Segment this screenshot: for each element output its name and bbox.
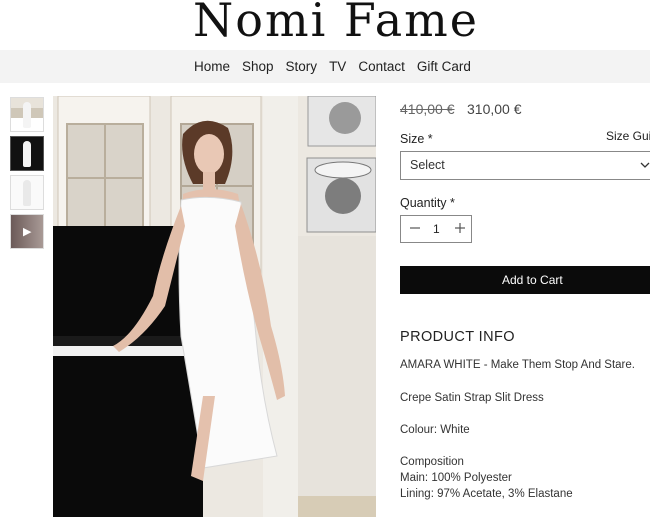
navigation-bar: Home Shop Story TV Contact Gift Card [0, 50, 650, 83]
quantity-stepper[interactable]: 1 [400, 215, 472, 243]
thumbnail-1[interactable] [10, 97, 44, 132]
size-label: Size * [400, 132, 433, 146]
product-main-image[interactable] [53, 96, 376, 517]
thumbnail-strip: ▶ [10, 97, 44, 253]
sale-price: 310,00 € [467, 101, 522, 117]
composition-lining: Lining: 97% Acetate, 3% Elastane [400, 488, 573, 500]
size-select[interactable]: Select [400, 151, 650, 180]
thumbnail-video[interactable]: ▶ [10, 214, 44, 249]
play-icon: ▶ [23, 226, 32, 238]
thumbnail-3[interactable] [10, 175, 44, 210]
nav-item-gift-card[interactable]: Gift Card [417, 59, 471, 74]
nav-menu: Home Shop Story TV Contact Gift Card [194, 50, 483, 83]
nav-item-contact[interactable]: Contact [358, 59, 405, 74]
composition-title: Composition [400, 456, 464, 468]
nav-item-shop[interactable]: Shop [242, 59, 274, 74]
chevron-down-icon [639, 151, 650, 192]
plus-icon[interactable] [453, 218, 467, 241]
composition-main: Main: 100% Polyester [400, 472, 512, 484]
product-info-title: PRODUCT INFO [400, 329, 515, 345]
minus-icon[interactable] [408, 218, 422, 241]
thumbnail-2[interactable] [10, 136, 44, 171]
dress-figure [23, 141, 31, 167]
dress-figure [23, 180, 31, 206]
size-guide-link[interactable]: Size Guic [606, 129, 650, 143]
nav-item-tv[interactable]: TV [329, 59, 346, 74]
nav-item-home[interactable]: Home [194, 59, 230, 74]
product-headline: AMARA WHITE - Make Them Stop And Stare. [400, 359, 635, 371]
dress-figure [23, 102, 31, 128]
product-colour: Colour: White [400, 424, 470, 436]
quantity-value: 1 [433, 222, 440, 236]
quantity-label: Quantity * [400, 196, 455, 210]
nav-item-story[interactable]: Story [286, 59, 318, 74]
add-to-cart-button[interactable]: Add to Cart [400, 266, 650, 294]
product-description: Crepe Satin Strap Slit Dress [400, 392, 544, 404]
size-select-value: Select [410, 158, 445, 172]
original-price: 410,00 € [400, 101, 455, 117]
brand-logo[interactable]: Nomi Fame [0, 0, 650, 48]
